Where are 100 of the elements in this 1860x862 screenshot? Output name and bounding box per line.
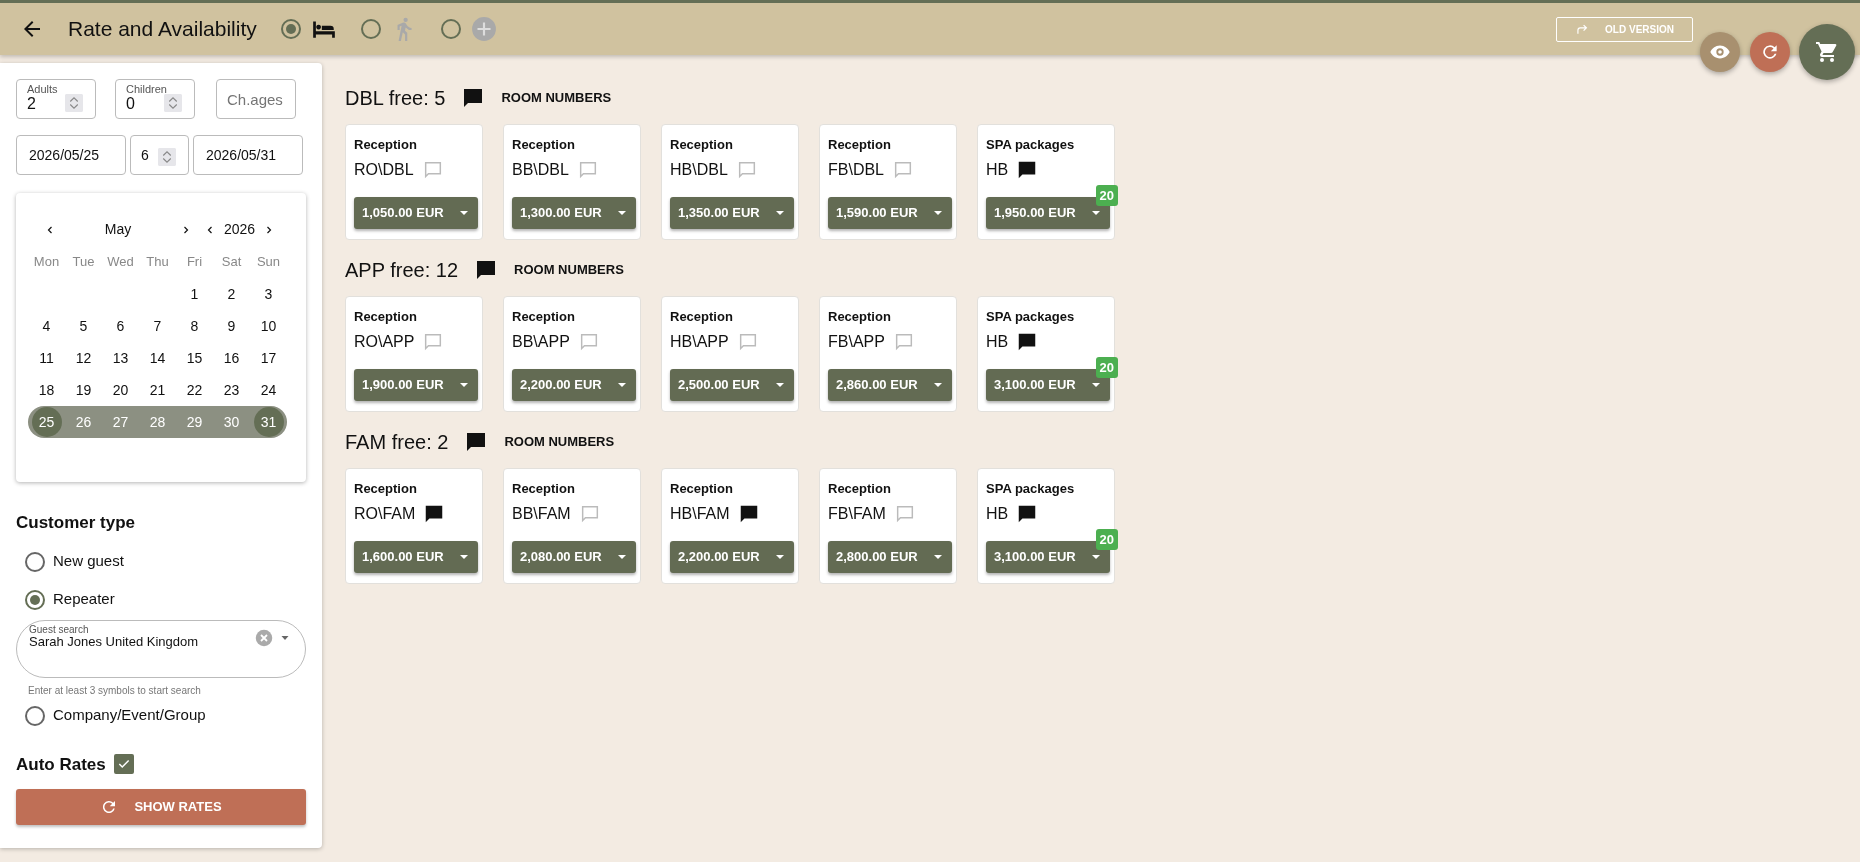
adults-field[interactable]: Adults 2 [16,79,96,119]
ages-field[interactable]: Ch.ages [216,79,296,119]
calendar-day[interactable]: 2 [213,278,250,310]
calendar-day[interactable]: 9 [213,310,250,342]
weekday-label: Thu [145,253,170,272]
price-button[interactable]: 2,500.00 EUR [670,368,794,401]
rate-plan: BB\APP [512,331,570,352]
calendar-day[interactable]: 10 [250,310,287,342]
price-button[interactable]: 1,900.00 EUR [354,368,478,401]
calendar-day[interactable]: 23 [213,374,250,406]
rate-plan: FB\APP [828,331,885,352]
rate-plan: HB [986,159,1009,180]
rate-channel: SPA packages [986,308,1076,326]
rate-channel: Reception [512,480,576,498]
calendar-day[interactable]: 15 [176,342,213,374]
option-label: New guest [53,551,124,572]
calendar-day[interactable]: 16 [213,342,250,374]
rate-channel: Reception [828,480,892,498]
rate-plan: BB\DBL [512,159,569,180]
price-button[interactable]: 1,050.00 EUR [354,196,478,229]
radio-button[interactable] [440,19,461,39]
plus-icon [470,16,497,42]
section-title: Customer type [16,512,137,534]
calendar-day[interactable]: 3 [250,278,287,310]
rate-channel: Reception [354,308,418,326]
price-button[interactable]: 2,800.00 EUR [828,540,952,573]
calendar-day[interactable]: 11 [28,342,65,374]
calendar-day[interactable]: 25 [31,407,62,437]
calendar-day[interactable]: 7 [139,310,176,342]
price-button[interactable]: 1,300.00 EUR [512,196,636,229]
count-badge: 20 [1095,184,1118,206]
price-button[interactable]: 1,600.00 EUR [354,540,478,573]
view-button[interactable] [1700,32,1740,72]
room-numbers-link[interactable]: ROOM NUMBERS [501,88,612,108]
weekday-label: Tue [71,253,96,272]
calendar-day[interactable]: 6 [102,310,139,342]
weekday-label: Fri [185,253,204,272]
calendar-day[interactable]: 20 [102,374,139,406]
check-out-date-field[interactable]: 2026/05/31 [193,135,303,175]
rate-channel: SPA packages [986,136,1076,154]
month-label: May [103,220,133,239]
show-rates-button[interactable]: SHOW RATES [16,789,306,825]
rate-channel: SPA packages [986,480,1076,498]
rate-plan: HB\DBL [670,159,728,180]
calendar-day[interactable]: 17 [250,342,287,374]
checkbox[interactable] [113,754,134,775]
calendar-day[interactable]: 5 [65,310,102,342]
count-badge: 20 [1095,356,1118,378]
price-button[interactable]: 1,350.00 EUR [670,196,794,229]
calendar-day[interactable]: 12 [65,342,102,374]
calendar-day[interactable]: 13 [102,342,139,374]
rate-plan: RO\APP [354,331,415,352]
calendar-day[interactable]: 14 [139,342,176,374]
room-numbers-link[interactable]: ROOM NUMBERS [514,260,624,280]
calendar-day[interactable]: 4 [28,310,65,342]
radio-button[interactable] [25,705,45,726]
rate-plan: FB\FAM [828,503,886,524]
room-numbers-link[interactable]: ROOM NUMBERS [504,432,615,452]
option-label: Repeater [53,589,115,610]
calendar-day[interactable]: 18 [28,374,65,406]
radio-button[interactable] [25,551,45,572]
option-label: Company/Event/Group [53,705,206,726]
nights-field[interactable]: 6 [130,135,189,175]
count-badge: 20 [1095,528,1118,550]
page-title: Rate and Availability [68,16,257,43]
rate-plan: HB\FAM [670,503,730,524]
calendar-day[interactable]: 8 [176,310,213,342]
cart-button[interactable] [1799,24,1855,80]
rate-channel: Reception [670,308,734,326]
auto-rates-label: Auto Rates [16,753,106,776]
rate-plan: BB\FAM [512,503,571,524]
radio-button[interactable] [280,19,301,39]
radio-button[interactable] [360,19,381,39]
children-field[interactable]: Children 0 [115,79,195,119]
helper-text: Enter at least 3 symbols to start search [28,683,202,698]
rate-channel: Reception [670,480,734,498]
redirect-arrow-icon [1575,22,1590,36]
calendar-day[interactable]: 1 [176,278,213,310]
calendar-day[interactable]: 21 [139,374,176,406]
rate-channel: Reception [670,136,734,154]
calendar-day[interactable]: 31 [253,407,284,437]
room-type-title: DBL free: 5 [345,86,446,111]
calendar-day[interactable]: 22 [176,374,213,406]
rate-channel: Reception [354,480,418,498]
check-in-date-field[interactable]: 2026/05/25 [16,135,126,175]
calendar-day[interactable]: 19 [65,374,102,406]
refresh-button[interactable] [1750,32,1790,72]
price-button[interactable]: 2,860.00 EUR [828,368,952,401]
rate-plan: FB\DBL [828,159,884,180]
weekday-label: Sun [255,253,282,272]
radio-button[interactable] [25,589,45,610]
rate-plan: HB\APP [670,331,729,352]
rate-channel: Reception [828,308,892,326]
price-button[interactable]: 2,200.00 EUR [670,540,794,573]
price-button[interactable]: 2,200.00 EUR [512,368,636,401]
price-button[interactable]: 1,590.00 EUR [828,196,952,229]
room-type-title: FAM free: 2 [345,430,449,455]
calendar-day[interactable]: 24 [250,374,287,406]
price-button[interactable]: 2,080.00 EUR [512,540,636,573]
rate-plan: RO\DBL [354,159,414,180]
